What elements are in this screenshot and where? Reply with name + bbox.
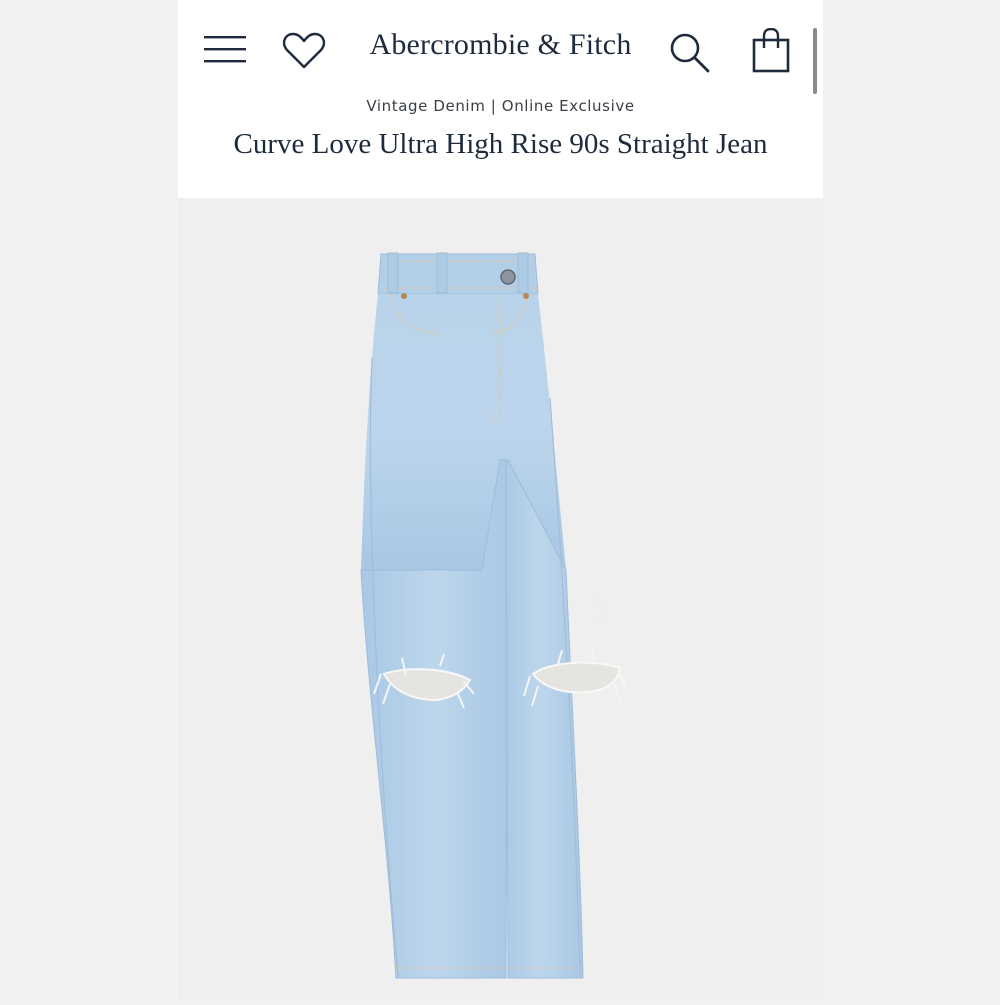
scrollbar-thumb[interactable]: [813, 28, 817, 94]
product-title: Curve Love Ultra High Rise 90s Straight …: [233, 128, 768, 160]
site-header: Abercrombie & Fitch Vintage Denim | Onli…: [178, 0, 823, 198]
search-icon[interactable]: [668, 31, 712, 75]
shopping-bag-icon[interactable]: [751, 27, 791, 74]
product-image[interactable]: [178, 198, 823, 1000]
product-category: Vintage Denim | Online Exclusive: [366, 97, 635, 115]
brand-logo[interactable]: Abercrombie & Fitch: [178, 28, 823, 62]
